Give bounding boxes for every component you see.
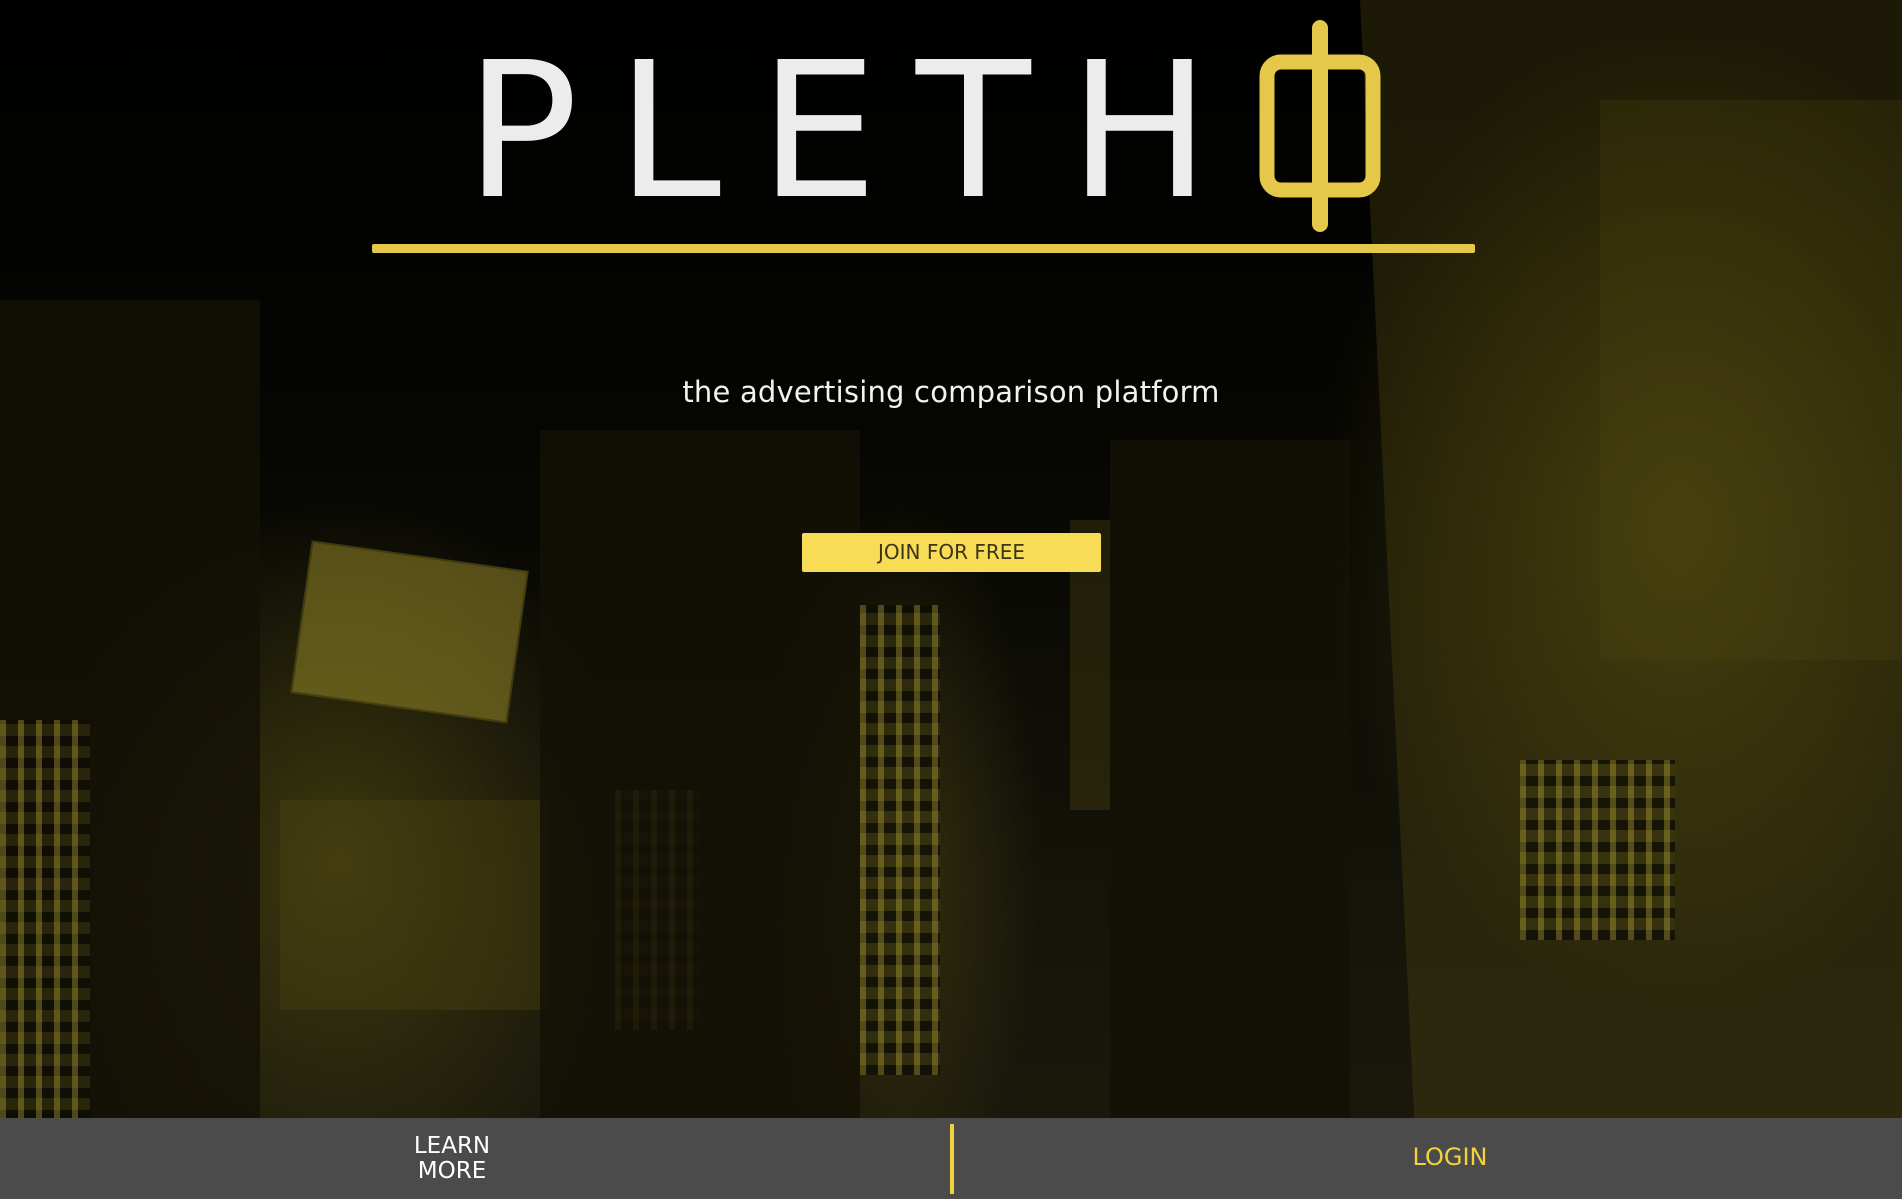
learn-more-link[interactable]: LEARN MORE — [352, 1134, 552, 1184]
hero-section: PLETH the advertising comparison platfor… — [0, 0, 1902, 1199]
pletho-logo[interactable]: PLETH — [465, 20, 1405, 241]
footer-bar: LEARN MORE LOGIN — [0, 1118, 1902, 1199]
login-link[interactable]: LOGIN — [1350, 1142, 1550, 1172]
join-for-free-button[interactable]: JOIN FOR FREE — [802, 533, 1101, 572]
learn-more-line-1: LEARN — [413, 1133, 491, 1159]
logo-wordmark: PLETH — [465, 22, 1249, 241]
footer-divider — [950, 1124, 954, 1194]
logo-candlestick-o-icon — [1259, 20, 1381, 232]
learn-more-line-2: MORE — [417, 1158, 487, 1184]
tagline: the advertising comparison platform — [682, 375, 1220, 409]
logo-underline — [372, 244, 1475, 253]
